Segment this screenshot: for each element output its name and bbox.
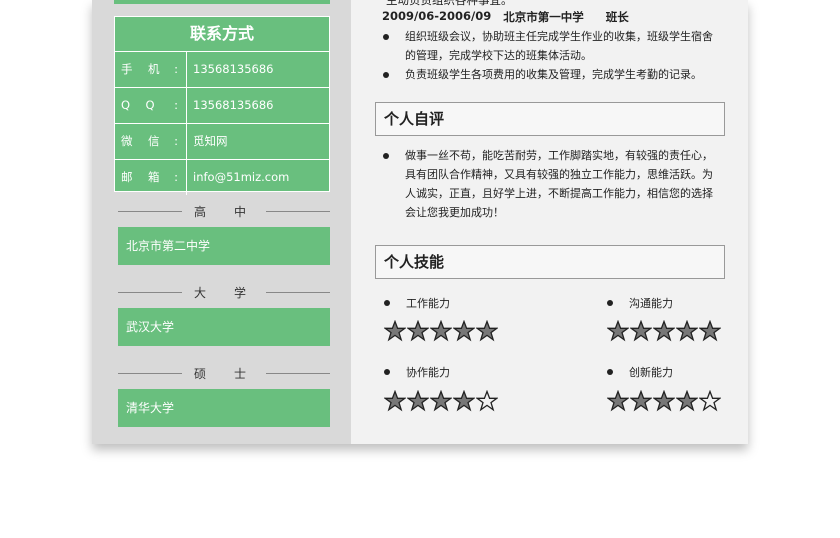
education-label-master: 硕 士 xyxy=(118,366,331,381)
experience-bullet: 组织班级会议，协助班主任完成学生作业的收集，班级学生宿舍的管理，完成学校下达的班… xyxy=(383,27,723,65)
education-school-highschool: 北京市第二中学 xyxy=(118,227,330,265)
skill-name: 沟通能力 xyxy=(607,295,673,311)
education-label-highschool: 高 中 xyxy=(118,204,331,219)
self-eval-heading: 个人自评 xyxy=(375,102,725,136)
contact-label: Q Q: xyxy=(115,88,187,123)
experience-org: 北京市第一中学 xyxy=(503,10,584,24)
experience-bullet: 负责班级学生各项费用的收集及管理，完成学生考勤的记录。 xyxy=(383,65,723,84)
resume-sidebar: 联系方式 手 机: 13568135686 Q Q: 13568135686 微… xyxy=(92,0,351,444)
skill-item: 工作能力 xyxy=(384,295,450,311)
contact-value: 觅知网 xyxy=(193,134,228,148)
star-filled-icon xyxy=(630,390,652,412)
contact-box: 联系方式 手 机: 13568135686 Q Q: 13568135686 微… xyxy=(114,16,330,195)
contact-value: 13568135686 xyxy=(193,62,274,76)
skill-item: 沟通能力 xyxy=(607,295,673,311)
star-filled-icon xyxy=(607,390,629,412)
star-filled-icon xyxy=(453,390,475,412)
skill-name: 协作能力 xyxy=(384,364,450,380)
contact-value: 13568135686 xyxy=(193,98,274,112)
skill-rating xyxy=(607,320,721,342)
star-filled-icon xyxy=(699,320,721,342)
skill-rating xyxy=(384,320,498,342)
skill-item: 协作能力 xyxy=(384,364,450,380)
resume-page: 联系方式 手 机: 13568135686 Q Q: 13568135686 微… xyxy=(92,0,748,444)
contact-label: 邮 箱: xyxy=(115,160,187,195)
skills-heading: 个人技能 xyxy=(375,245,725,279)
star-empty-icon xyxy=(476,390,498,412)
star-filled-icon xyxy=(430,320,452,342)
star-filled-icon xyxy=(384,320,406,342)
contact-title: 联系方式 xyxy=(115,17,329,52)
experience-clipped-line: 主动负责组织各种事宜。 xyxy=(386,0,513,7)
experience-bullets: 组织班级会议，协助班主任完成学生作业的收集，班级学生宿舍的管理，完成学校下达的班… xyxy=(383,27,723,84)
self-eval-bullets: 做事一丝不苟，能吃苦耐劳，工作脚踏实地，有较强的责任心，具有团队合作精神，又具有… xyxy=(383,146,723,222)
star-filled-icon xyxy=(653,320,675,342)
skill-name: 创新能力 xyxy=(607,364,673,380)
star-empty-icon xyxy=(699,390,721,412)
education-label-university: 大 学 xyxy=(118,285,331,300)
skill-rating xyxy=(384,390,498,412)
star-filled-icon xyxy=(653,390,675,412)
experience-role: 班长 xyxy=(605,10,629,24)
star-filled-icon xyxy=(676,390,698,412)
skill-item: 创新能力 xyxy=(607,364,673,380)
star-filled-icon xyxy=(407,320,429,342)
contact-label: 手 机: xyxy=(115,52,187,87)
contact-row-wechat: 微 信: 觅知网 xyxy=(115,124,329,160)
star-filled-icon xyxy=(384,390,406,412)
star-filled-icon xyxy=(676,320,698,342)
contact-row-phone: 手 机: 13568135686 xyxy=(115,52,329,88)
skill-name: 工作能力 xyxy=(384,295,450,311)
resume-main: 主动负责组织各种事宜。 2009/06-2006/09 北京市第一中学 班长 组… xyxy=(351,0,748,444)
contact-label: 微 信: xyxy=(115,124,187,159)
education-school-master: 清华大学 xyxy=(118,389,330,427)
star-filled-icon xyxy=(476,320,498,342)
star-filled-icon xyxy=(607,320,629,342)
contact-value: info@51miz.com xyxy=(193,170,290,184)
star-filled-icon xyxy=(430,390,452,412)
sidebar-top-bar xyxy=(114,0,330,4)
self-eval-text: 做事一丝不苟，能吃苦耐劳，工作脚踏实地，有较强的责任心，具有团队合作精神，又具有… xyxy=(383,146,723,222)
star-filled-icon xyxy=(453,320,475,342)
contact-row-email: 邮 箱: info@51miz.com xyxy=(115,160,329,195)
skill-rating xyxy=(607,390,721,412)
star-filled-icon xyxy=(407,390,429,412)
contact-row-qq: Q Q: 13568135686 xyxy=(115,88,329,124)
experience-period: 2009/06-2006/09 xyxy=(382,9,492,23)
star-filled-icon xyxy=(630,320,652,342)
experience-header: 2009/06-2006/09 北京市第一中学 班长 xyxy=(382,9,629,25)
education-school-university: 武汉大学 xyxy=(118,308,330,346)
